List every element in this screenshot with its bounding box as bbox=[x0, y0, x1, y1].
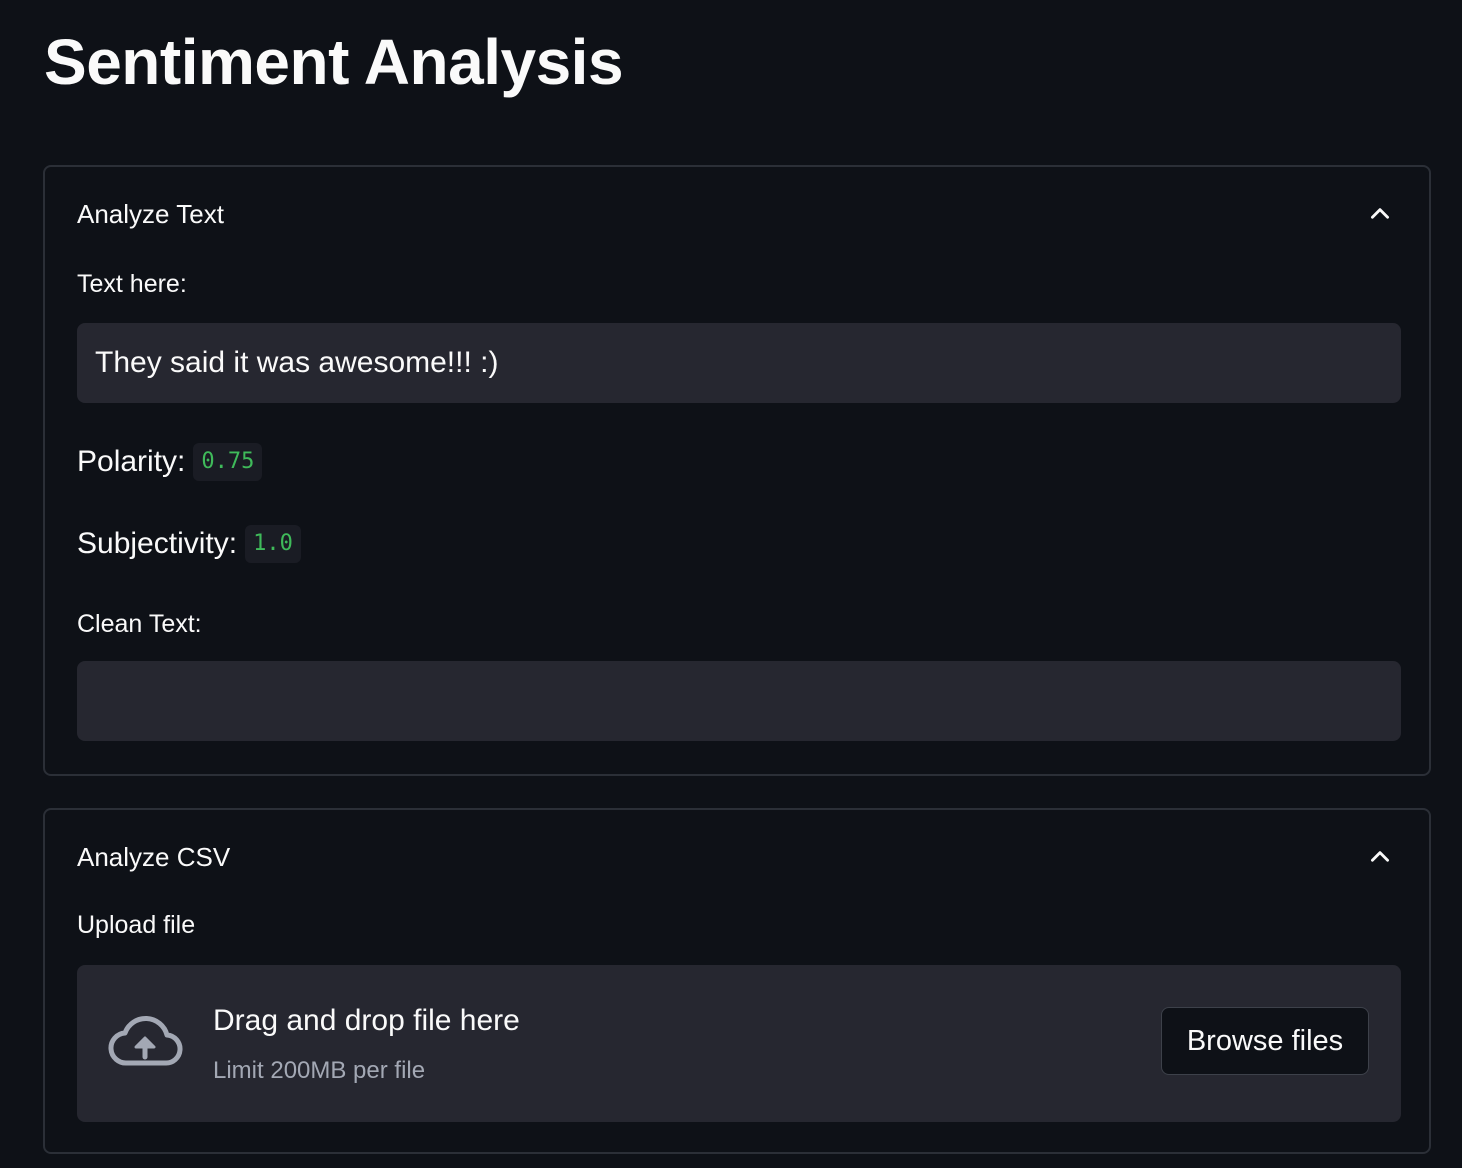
analyze-csv-expander: Analyze CSV Upload file Drag and drop fi… bbox=[43, 808, 1431, 1154]
file-dropzone[interactable]: Drag and drop file here Limit 200MB per … bbox=[77, 965, 1401, 1122]
subjectivity-label: Subjectivity: bbox=[77, 527, 238, 560]
page-title: Sentiment Analysis bbox=[44, 26, 624, 98]
dropzone-title: Drag and drop file here bbox=[213, 1004, 520, 1037]
cloud-upload-icon bbox=[108, 1015, 183, 1066]
clean-text-label: Clean Text: bbox=[77, 610, 202, 638]
clean-text-output[interactable] bbox=[77, 661, 1401, 741]
polarity-row: Polarity: 0.75 bbox=[77, 441, 263, 483]
analyze-text-expander-header[interactable]: Analyze Text bbox=[45, 167, 1429, 259]
app-page: Sentiment Analysis Analyze Text Text her… bbox=[0, 0, 1462, 1168]
analyze-text-header-label: Analyze Text bbox=[77, 199, 224, 229]
upload-file-label: Upload file bbox=[77, 911, 196, 939]
text-input[interactable]: They said it was awesome!!! :) bbox=[77, 323, 1401, 403]
subjectivity-row: Subjectivity: 1.0 bbox=[77, 523, 301, 565]
text-input-label: Text here: bbox=[77, 270, 187, 298]
polarity-label: Polarity: bbox=[77, 445, 186, 478]
chevron-up-icon[interactable] bbox=[1367, 201, 1393, 227]
browse-files-button[interactable]: Browse files bbox=[1161, 1007, 1369, 1075]
subjectivity-value: 1.0 bbox=[245, 525, 301, 563]
dropzone-limit: Limit 200MB per file bbox=[213, 1057, 426, 1084]
analyze-csv-header-label: Analyze CSV bbox=[77, 842, 231, 872]
chevron-up-icon[interactable] bbox=[1367, 844, 1393, 870]
polarity-value: 0.75 bbox=[193, 443, 263, 481]
analyze-text-expander: Analyze Text Text here: They said it was… bbox=[43, 165, 1431, 776]
analyze-csv-expander-header[interactable]: Analyze CSV bbox=[45, 810, 1429, 902]
